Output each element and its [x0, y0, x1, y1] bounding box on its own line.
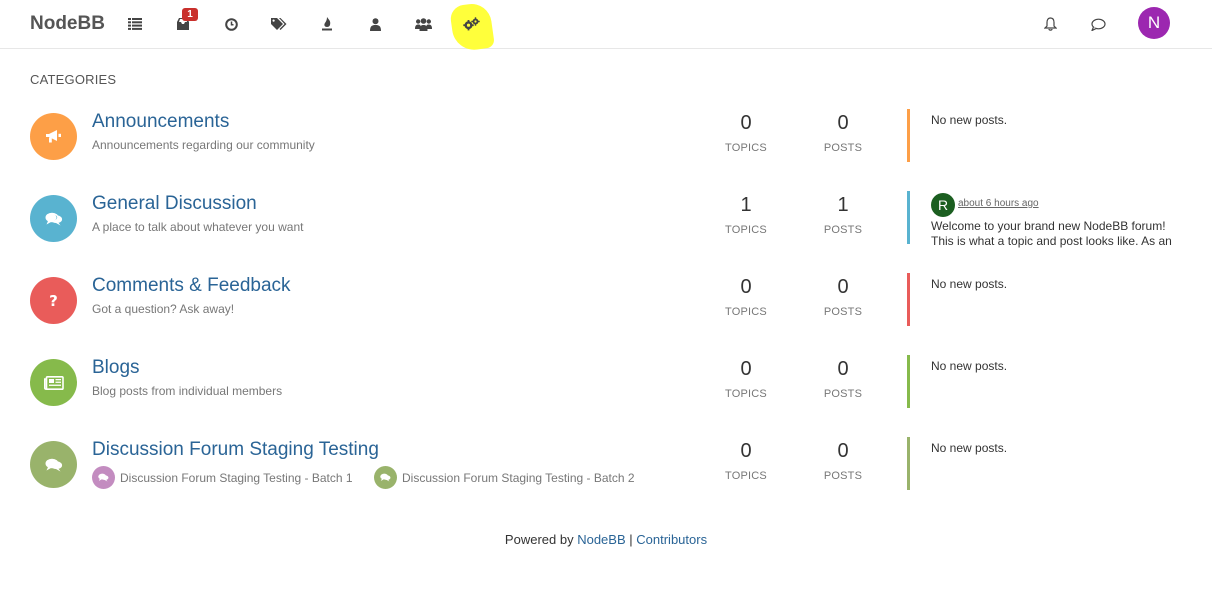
- topics-label: TOPICS: [725, 306, 767, 318]
- categories-heading: CATEGORIES: [30, 72, 117, 87]
- contributors-link[interactable]: Contributors: [636, 532, 707, 547]
- brand-logo[interactable]: NodeBB: [30, 13, 105, 35]
- posts-count: 0: [837, 276, 849, 298]
- categories-list-icon[interactable]: [123, 12, 147, 36]
- no-new-posts: No new posts.: [931, 359, 1008, 373]
- category-title[interactable]: Announcements: [92, 111, 229, 133]
- popular-fire-icon[interactable]: [315, 12, 339, 36]
- bullhorn-icon[interactable]: [30, 113, 77, 160]
- category-title[interactable]: Discussion Forum Staging Testing: [92, 439, 379, 461]
- subcategory-link-batch-1[interactable]: Discussion Forum Staging Testing - Batch…: [92, 466, 353, 489]
- topics-label: TOPICS: [725, 388, 767, 400]
- chats-bubble-icon[interactable]: [1086, 12, 1110, 36]
- category-row-general-discussion: General Discussion A place to talk about…: [0, 191, 1212, 253]
- category-row-comments-feedback: ? Comments & Feedback Got a question? As…: [0, 273, 1212, 335]
- question-icon[interactable]: ?: [30, 277, 77, 324]
- topics-label: TOPICS: [725, 224, 767, 236]
- admin-cogs-icon[interactable]: [459, 12, 483, 36]
- category-description: Announcements regarding our community: [92, 138, 315, 152]
- category-color-bar: [907, 109, 910, 162]
- category-color-bar: [907, 437, 910, 490]
- teaser-post-preview[interactable]: Welcome to your brand new NodeBB forum! …: [931, 219, 1181, 249]
- posts-count: 0: [837, 112, 849, 134]
- posts-count: 1: [837, 194, 849, 216]
- tags-icon[interactable]: [267, 12, 291, 36]
- newspaper-icon[interactable]: [30, 359, 77, 406]
- comments-icon[interactable]: [30, 195, 77, 242]
- nodebb-link[interactable]: NodeBB: [577, 532, 625, 547]
- topics-count: 1: [740, 194, 752, 216]
- category-title[interactable]: General Discussion: [92, 193, 257, 215]
- category-title[interactable]: Comments & Feedback: [92, 275, 291, 297]
- notifications-bell-icon[interactable]: [1038, 12, 1062, 36]
- posts-count: 0: [837, 358, 849, 380]
- category-color-bar: [907, 191, 910, 244]
- teaser-user-avatar[interactable]: R: [931, 193, 955, 217]
- topics-count: 0: [740, 276, 752, 298]
- posts-label: POSTS: [823, 470, 863, 482]
- category-description: A place to talk about whatever you want: [92, 220, 304, 234]
- posts-label: POSTS: [823, 388, 863, 400]
- category-color-bar: [907, 273, 910, 326]
- teaser-timestamp-link[interactable]: about 6 hours ago: [958, 198, 1039, 209]
- footer-separator: |: [629, 532, 633, 547]
- posts-label: POSTS: [823, 142, 863, 154]
- topics-count: 0: [740, 112, 752, 134]
- unread-count-badge: 1: [182, 8, 198, 21]
- posts-count: 0: [837, 440, 849, 462]
- top-navbar: NodeBB 1 N: [0, 0, 1212, 53]
- posts-label: POSTS: [823, 306, 863, 318]
- no-new-posts: No new posts.: [931, 441, 1008, 455]
- subcategory-link-batch-2[interactable]: Discussion Forum Staging Testing - Batch…: [374, 466, 635, 489]
- category-description: Got a question? Ask away!: [92, 302, 235, 316]
- comments-icon[interactable]: [30, 441, 77, 488]
- powered-by-text: Powered by: [504, 532, 574, 547]
- topics-label: TOPICS: [725, 470, 767, 482]
- topics-count: 0: [740, 358, 752, 380]
- users-icon[interactable]: [363, 12, 387, 36]
- category-color-bar: [907, 355, 910, 408]
- category-row-staging-testing: Discussion Forum Staging Testing Discuss…: [0, 437, 1212, 499]
- recent-clock-icon[interactable]: [219, 12, 243, 36]
- comments-icon: [92, 466, 115, 489]
- topics-count: 0: [740, 440, 752, 462]
- user-avatar[interactable]: N: [1138, 7, 1170, 39]
- topics-label: TOPICS: [725, 142, 767, 154]
- subcategory-label: Discussion Forum Staging Testing - Batch…: [120, 470, 353, 485]
- no-new-posts: No new posts.: [931, 277, 1008, 291]
- category-row-blogs: Blogs Blog posts from individual members…: [0, 355, 1212, 417]
- comments-icon: [374, 466, 397, 489]
- category-row-announcements: Announcements Announcements regarding ou…: [0, 109, 1212, 171]
- posts-label: POSTS: [823, 224, 863, 236]
- no-new-posts: No new posts.: [931, 113, 1008, 127]
- category-description: Blog posts from individual members: [92, 384, 283, 398]
- subcategory-label: Discussion Forum Staging Testing - Batch…: [402, 470, 635, 485]
- footer: Powered by NodeBB | Contributors: [0, 532, 1212, 547]
- groups-icon[interactable]: [411, 12, 435, 36]
- category-title[interactable]: Blogs: [92, 357, 140, 379]
